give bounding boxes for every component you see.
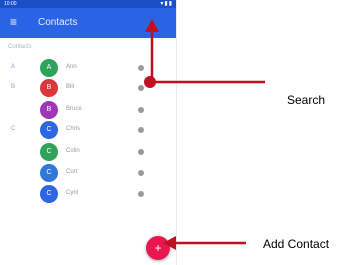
avatar: C — [40, 164, 58, 182]
section-letter: C — [11, 126, 16, 132]
contact-row[interactable]: B B Bill — [0, 79, 176, 99]
add-contact-button[interactable]: + — [146, 236, 170, 260]
contact-name: Ann — [66, 64, 77, 70]
avatar: B — [40, 101, 58, 119]
contact-row[interactable]: C C Chris — [0, 121, 176, 141]
app-bar: ≡ Contacts — [0, 8, 176, 38]
contact-row[interactable]: B Bruce — [0, 101, 176, 121]
more-options-icon[interactable] — [138, 127, 144, 133]
app-title: Contacts — [38, 17, 78, 28]
more-options-icon[interactable] — [138, 191, 144, 197]
contact-row[interactable]: A A Ann — [0, 59, 176, 79]
more-options-icon[interactable] — [138, 85, 144, 91]
status-icons: ▾▮▮ — [160, 1, 173, 7]
avatar: A — [40, 59, 58, 77]
avatar: C — [40, 185, 58, 203]
contact-row[interactable]: C Curt — [0, 164, 176, 184]
avatar: C — [40, 121, 58, 139]
contact-name: Chris — [66, 126, 81, 132]
more-options-icon[interactable] — [138, 170, 144, 176]
status-bar: 10:00 ▾▮▮ — [0, 0, 176, 8]
contact-row[interactable]: C Cyril — [0, 185, 176, 205]
contact-name: Curt — [66, 169, 78, 175]
add-contact-callout: Add Contact — [263, 237, 330, 251]
contact-name: Bill — [66, 84, 75, 90]
more-options-icon[interactable] — [138, 65, 144, 71]
contact-name: Bruce — [66, 106, 82, 112]
section-letter: B — [11, 84, 16, 90]
section-letter: A — [11, 64, 16, 70]
status-time: 10:00 — [4, 1, 17, 7]
search-callout: Search — [287, 93, 326, 107]
avatar: B — [40, 79, 58, 97]
phone-screen: 10:00 ▾▮▮ ≡ Contacts Contacts A A Ann B B Bil… — [0, 0, 177, 265]
avatar: C — [40, 143, 58, 161]
contact-name: Colin — [66, 148, 80, 154]
contact-name: Cyril — [66, 190, 78, 196]
menu-icon[interactable]: ≡ — [10, 16, 17, 28]
more-options-icon[interactable] — [138, 107, 144, 113]
more-options-icon[interactable] — [138, 149, 144, 155]
contact-row[interactable]: C Colin — [0, 143, 176, 163]
section-label: Contacts — [8, 44, 32, 50]
